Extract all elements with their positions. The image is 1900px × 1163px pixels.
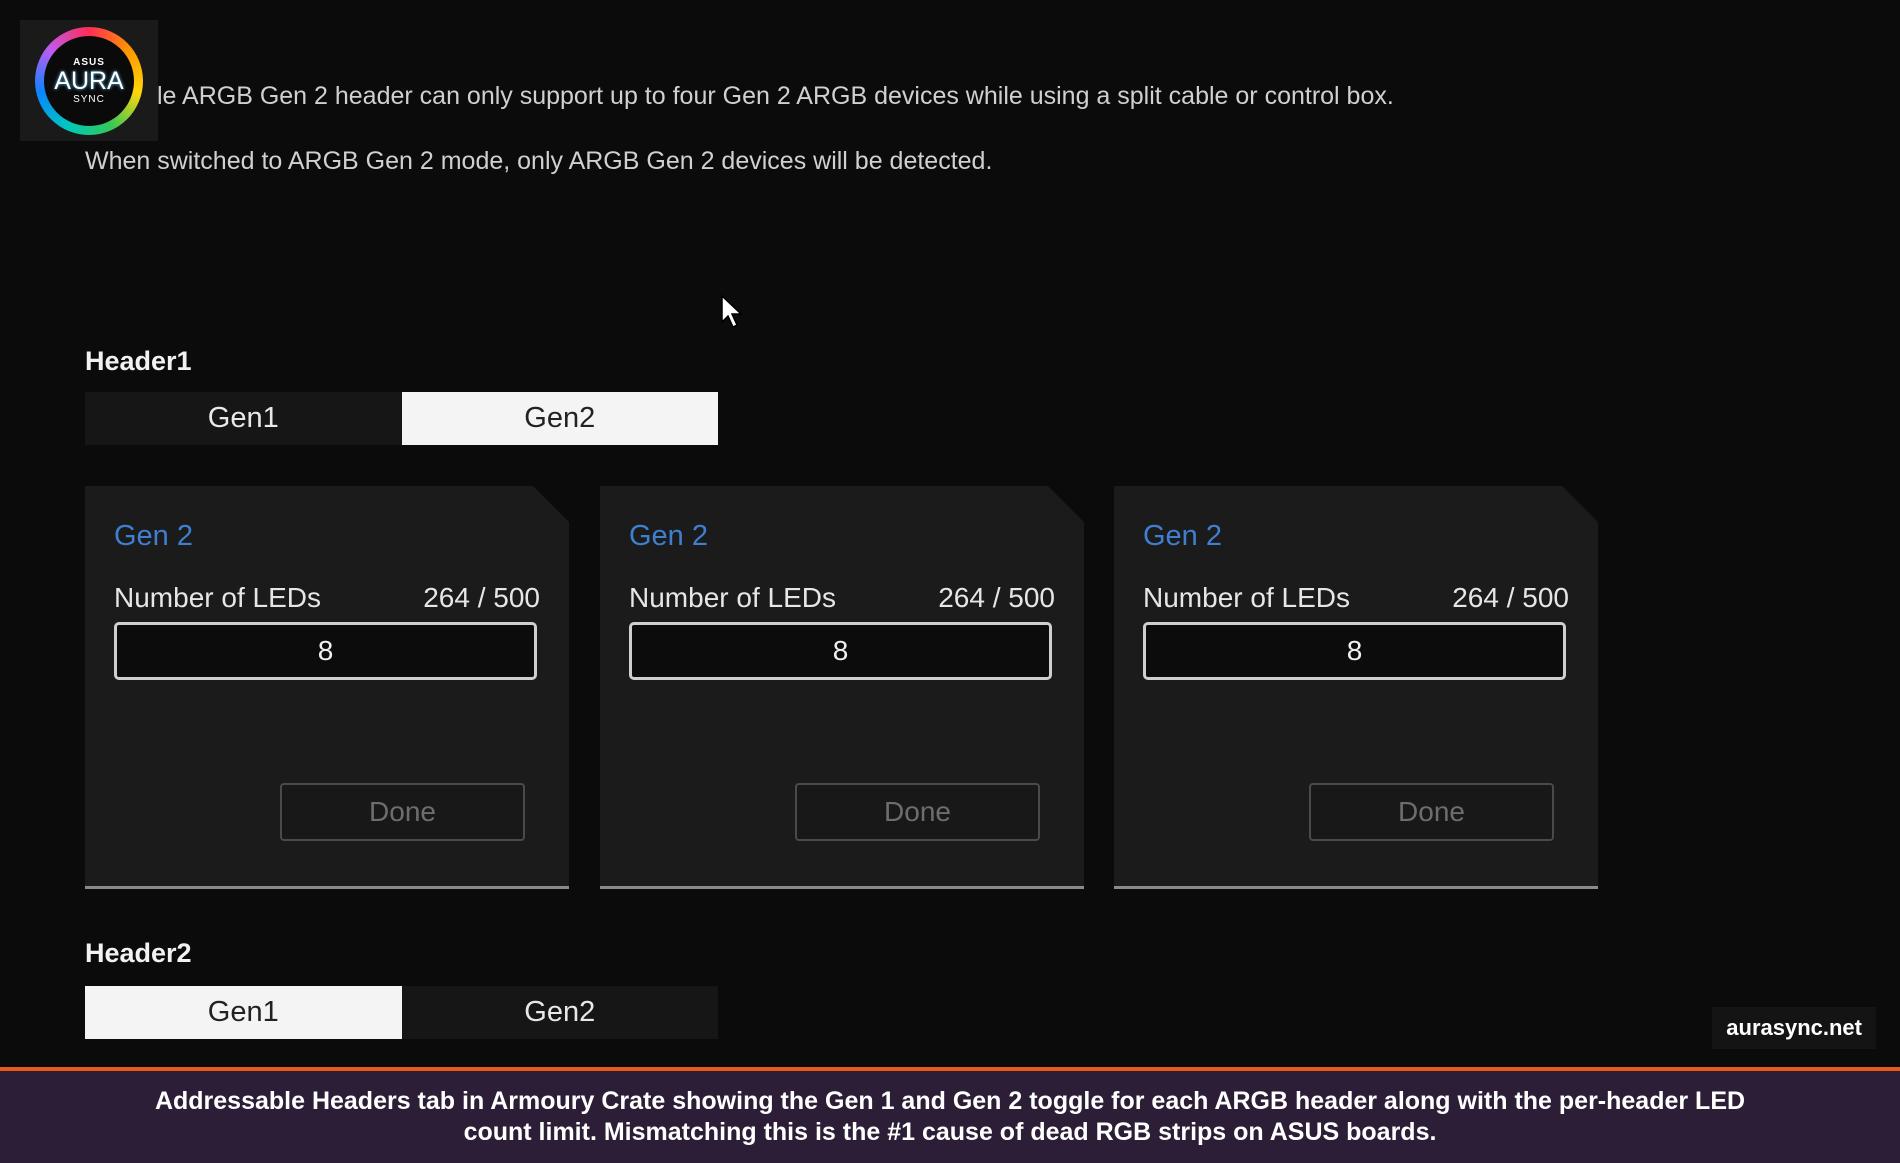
device-card-3: Gen 2 Number of LEDs 264 / 500 Done: [1114, 486, 1598, 889]
leds-count: 264 / 500: [938, 582, 1055, 613]
leds-label: Number of LEDs: [629, 582, 836, 613]
caption-bar: Addressable Headers tab in Armoury Crate…: [0, 1067, 1900, 1163]
header2-gen1-button[interactable]: Gen1: [85, 986, 402, 1039]
aura-sync-logo: ASUS AURA SYNC: [20, 20, 158, 141]
mouse-cursor-icon: [721, 294, 743, 329]
header2-label: Header2: [85, 938, 192, 968]
caption-text: Addressable Headers tab in Armoury Crate…: [154, 1087, 1746, 1146]
header1-gen-toggle: Gen1 Gen2: [85, 392, 718, 445]
logo-name: AURA: [54, 66, 124, 95]
card-title: Gen 2: [629, 520, 708, 552]
done-button[interactable]: Done: [795, 783, 1040, 841]
led-count-input[interactable]: [114, 622, 537, 680]
info-text-line1: le ARGB Gen 2 header can only support up…: [157, 82, 1394, 110]
led-count-input[interactable]: [1143, 622, 1566, 680]
led-count-input[interactable]: [629, 622, 1052, 680]
header2-gen-toggle: Gen1 Gen2: [85, 986, 718, 1039]
header1-gen1-button[interactable]: Gen1: [85, 392, 402, 445]
logo-brand: ASUS: [73, 56, 105, 68]
info-text-line2: When switched to ARGB Gen 2 mode, only A…: [85, 147, 993, 175]
device-card-2: Gen 2 Number of LEDs 264 / 500 Done: [600, 486, 1084, 889]
leds-count: 264 / 500: [1452, 582, 1569, 613]
done-button[interactable]: Done: [1309, 783, 1554, 841]
card-title: Gen 2: [1143, 520, 1222, 552]
leds-count: 264 / 500: [423, 582, 540, 613]
leds-label: Number of LEDs: [1143, 582, 1350, 613]
logo-inner: ASUS AURA SYNC: [44, 35, 134, 126]
logo-ring: ASUS AURA SYNC: [35, 26, 143, 135]
leds-label: Number of LEDs: [114, 582, 321, 613]
done-button[interactable]: Done: [280, 783, 525, 841]
watermark: aurasync.net: [1712, 1007, 1876, 1049]
card-title: Gen 2: [114, 520, 193, 552]
logo-sub: SYNC: [73, 93, 105, 105]
device-card-1: Gen 2 Number of LEDs 264 / 500 Done: [85, 486, 569, 889]
header2-gen2-button[interactable]: Gen2: [401, 986, 718, 1039]
header1-gen2-button[interactable]: Gen2: [401, 392, 718, 445]
header1-label: Header1: [85, 346, 192, 376]
